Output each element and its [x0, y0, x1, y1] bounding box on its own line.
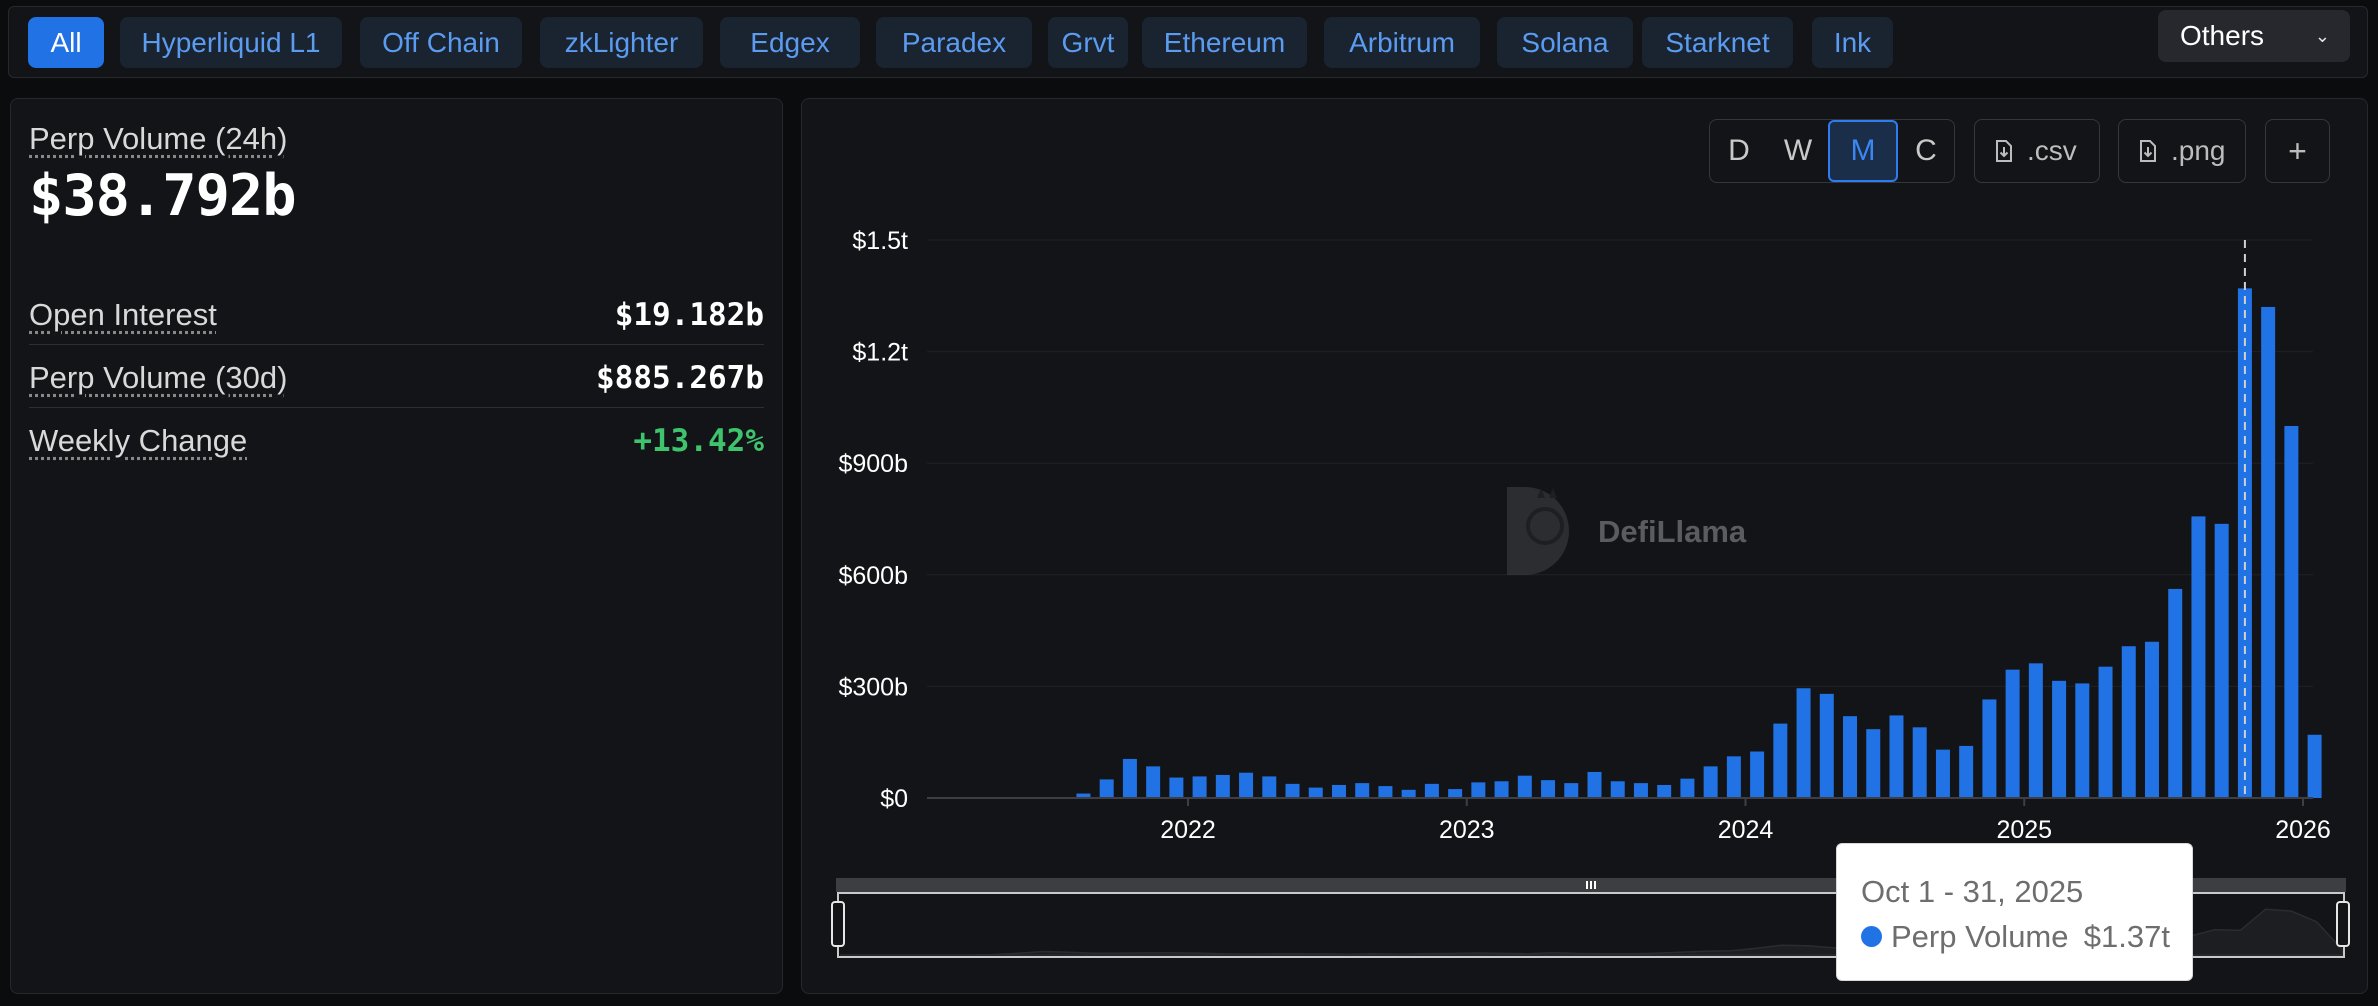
others-dropdown[interactable]: Others ⌄	[2158, 10, 2350, 62]
chain-chip-hyperliquid-l1[interactable]: Hyperliquid L1	[120, 17, 342, 68]
series-color-dot	[1861, 926, 1882, 947]
granularity-selector: D W M C	[1709, 119, 1955, 183]
open-interest-value: $19.182b	[614, 297, 764, 333]
plus-icon: +	[2288, 133, 2307, 169]
granularity-weekly-button[interactable]: W	[1768, 120, 1828, 182]
tooltip-series-name: Perp Volume	[1891, 919, 2069, 954]
others-label: Others	[2180, 20, 2265, 51]
chain-chip-off-chain[interactable]: Off Chain	[360, 17, 522, 68]
perp-volume-24h-label: Perp Volume (24h)	[29, 121, 288, 156]
stats-panel: Perp Volume (24h) $38.792b Open Interest…	[10, 98, 783, 994]
stat-row-perp-volume-30d: Perp Volume (30d) $885.267b	[29, 346, 764, 408]
download-png-button[interactable]: .png	[2118, 119, 2246, 183]
stat-row-weekly-change: Weekly Change +13.42%	[29, 409, 764, 471]
chain-chip-grvt[interactable]: Grvt	[1048, 17, 1128, 68]
add-button[interactable]: +	[2265, 119, 2330, 183]
chain-chip-all[interactable]: All	[28, 17, 104, 68]
file-download-icon	[1996, 140, 2012, 162]
chain-chip-arbitrum[interactable]: Arbitrum	[1324, 17, 1480, 68]
chain-chip-edgex[interactable]: Edgex	[720, 17, 860, 68]
file-download-icon	[2140, 140, 2156, 162]
chevron-down-icon: ⌄	[2314, 26, 2330, 46]
granularity-cumulative-button[interactable]: C	[1898, 120, 1954, 182]
stat-row-open-interest: Open Interest $19.182b	[29, 283, 764, 345]
csv-label: .csv	[2027, 135, 2077, 166]
chain-chip-solana[interactable]: Solana	[1497, 17, 1633, 68]
granularity-monthly-button[interactable]: M	[1828, 120, 1898, 182]
perp-volume-30d-value: $885.267b	[596, 360, 764, 396]
png-label: .png	[2171, 135, 2226, 166]
perp-volume-30d-label: Perp Volume (30d)	[29, 360, 288, 395]
chart-tooltip: Oct 1 - 31, 2025 Perp Volume $1.37t	[1836, 843, 2193, 981]
weekly-change-label: Weekly Change	[29, 423, 248, 458]
chain-chip-zklighter[interactable]: zkLighter	[540, 17, 703, 68]
granularity-daily-button[interactable]: D	[1710, 120, 1768, 182]
chain-chip-starknet[interactable]: Starknet	[1642, 17, 1793, 68]
weekly-change-value: +13.42%	[633, 423, 764, 459]
chain-chip-ink[interactable]: Ink	[1812, 17, 1893, 68]
perp-volume-24h-value: $38.792b	[29, 163, 297, 229]
tooltip-value: $1.37t	[2083, 919, 2170, 954]
chain-chip-paradex[interactable]: Paradex	[876, 17, 1032, 68]
download-csv-button[interactable]: .csv	[1974, 119, 2100, 183]
tooltip-date: Oct 1 - 31, 2025	[1861, 874, 2084, 909]
open-interest-label: Open Interest	[29, 297, 217, 332]
chain-chip-ethereum[interactable]: Ethereum	[1142, 17, 1307, 68]
